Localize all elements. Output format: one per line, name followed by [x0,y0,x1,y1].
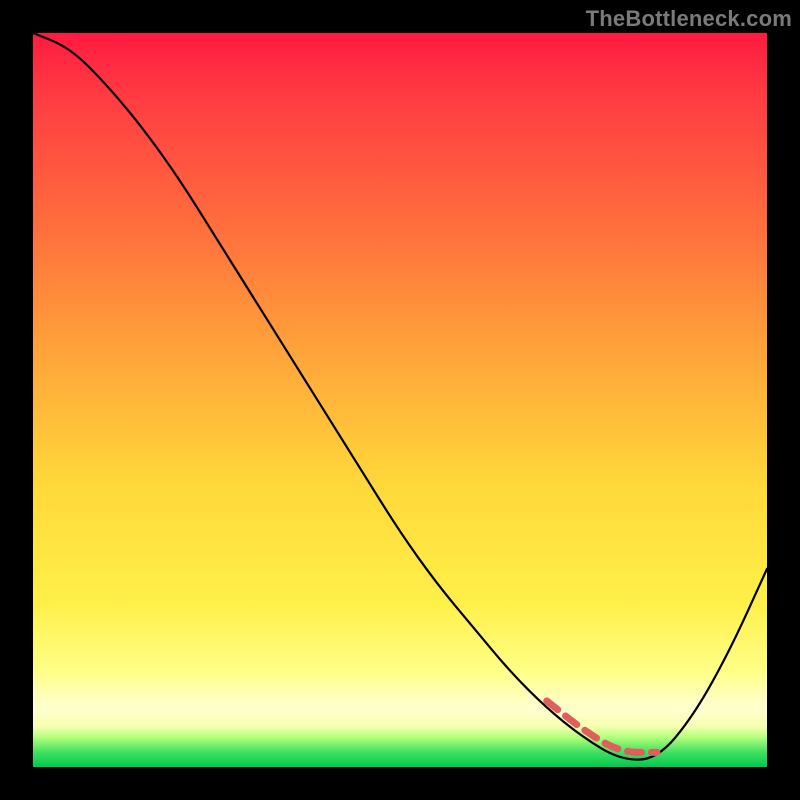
plot-area [33,33,767,767]
optimal-range-highlight [547,701,657,752]
chart-frame: TheBottleneck.com [0,0,800,800]
watermark-text: TheBottleneck.com [586,6,792,32]
chart-svg [33,33,767,767]
bottleneck-curve [33,33,767,760]
